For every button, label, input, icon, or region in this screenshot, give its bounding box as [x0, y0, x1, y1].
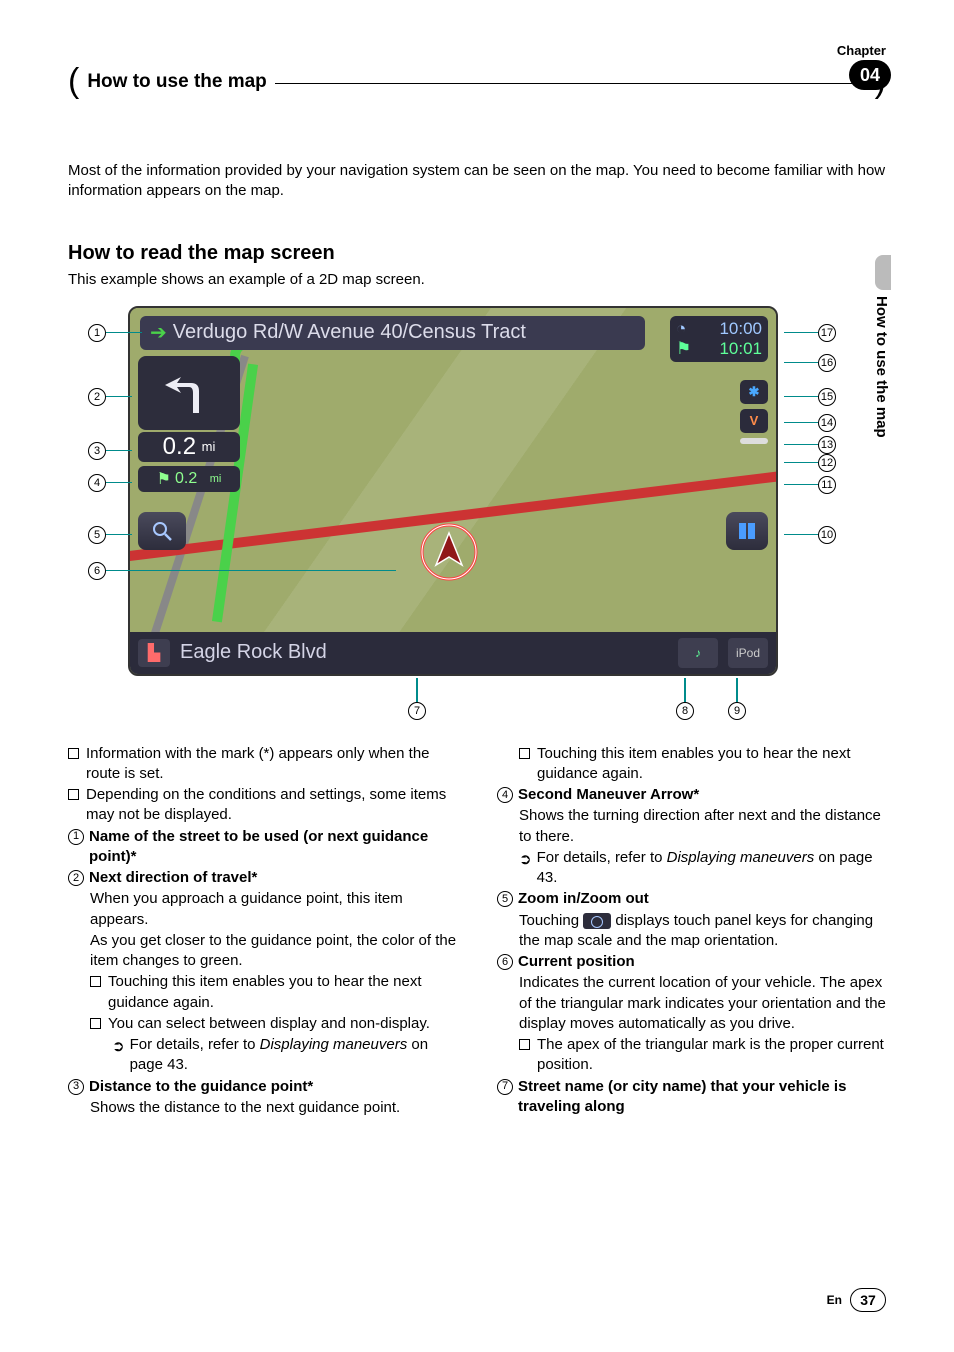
callout-4: 4 — [88, 474, 132, 492]
current-position-marker — [420, 523, 478, 581]
circled-7-icon: 7 — [497, 1079, 513, 1095]
item-4-title: Second Maneuver Arrow* — [518, 786, 699, 803]
square-bullet-icon — [68, 748, 79, 759]
circled-2-icon: 2 — [68, 870, 84, 886]
square-bullet-icon — [90, 1018, 101, 1029]
square-bullet-icon — [519, 748, 530, 759]
next-direction-arrow — [138, 356, 240, 430]
body-columns: Information with the mark (*) appears on… — [68, 744, 886, 1120]
footer: En 37 — [827, 1288, 886, 1312]
source-label: iPod — [728, 638, 768, 668]
side-tab-grey — [875, 255, 891, 290]
next-street-bar: ➔ Verdugo Rd/W Avenue 40/Census Tract — [140, 316, 645, 350]
callout-15: 15 — [784, 388, 836, 406]
time-box: ◔10:00 ⚑10:01 — [670, 316, 768, 362]
item-1-title: Name of the street to be used (or next g… — [89, 828, 428, 865]
right-column: Touching this item enables you to hear t… — [497, 744, 886, 1120]
xref-arrow-icon: ➲ — [112, 1037, 125, 1076]
intro-text: Most of the information provided by your… — [68, 161, 886, 202]
callout-10: 10 — [784, 526, 836, 544]
square-bullet-icon — [90, 976, 101, 987]
flag-icon: ⚑ — [676, 339, 691, 359]
map-figure: ➔ Verdugo Rd/W Avenue 40/Census Tract 0.2… — [88, 306, 836, 724]
map-mode-icon: ▙ — [138, 639, 170, 667]
title-bar: ( How to use the map ) — [68, 62, 886, 101]
item-6-title: Current position — [518, 953, 635, 970]
clock-row: ◔10:00 — [676, 319, 762, 339]
traffic-icon — [726, 512, 768, 550]
heading-2: How to read the map screen — [68, 242, 886, 265]
clock-icon: ◔ — [676, 319, 686, 339]
item-6a: Indicates the current location of your v… — [519, 973, 886, 1034]
bluetooth-icon: ✱ — [740, 380, 768, 404]
item-7-title: Street name (or city name) that your veh… — [518, 1078, 846, 1115]
status-icon-stack: ✱ V — [740, 380, 768, 444]
second-maneuver-display: ⚑0.2 mi — [138, 466, 240, 492]
side-tab-text: How to use the map — [873, 296, 890, 438]
item-5-title: Zoom in/Zoom out — [518, 890, 649, 907]
item-4b: For details, refer to Displaying maneuve… — [537, 848, 886, 889]
next-street-label: Verdugo Rd/W Avenue 40/Census Tract — [173, 321, 526, 344]
circled-3-icon: 3 — [68, 1079, 84, 1095]
callout-17: 17 — [784, 324, 836, 342]
flag-icon: ⚑ — [157, 469, 171, 489]
zoom-inline-icon — [583, 913, 611, 929]
square-bullet-icon — [68, 789, 79, 800]
callout-7: 7 — [408, 678, 426, 720]
vics-icon: V — [740, 409, 768, 433]
current-street-label: Eagle Rock Blvd — [180, 641, 668, 664]
item-2e: For details, refer to Displaying maneuve… — [130, 1035, 457, 1076]
circled-5-icon: 5 — [497, 891, 513, 907]
callout-5: 5 — [88, 526, 132, 544]
chapter-label: Chapter — [837, 43, 886, 58]
circled-4-icon: 4 — [497, 787, 513, 803]
item-3-title: Distance to the guidance point* — [89, 1078, 313, 1095]
item-6b: The apex of the triangular mark is the p… — [537, 1035, 886, 1076]
callout-6: 6 — [88, 562, 396, 580]
music-icon: ♪ — [678, 638, 718, 668]
chapter-number: 04 — [849, 60, 891, 90]
circled-6-icon: 6 — [497, 954, 513, 970]
lang-label: En — [827, 1293, 842, 1307]
zoom-button — [138, 512, 186, 550]
eta-row: ⚑10:01 — [676, 339, 762, 359]
left-column: Information with the mark (*) appears on… — [68, 744, 457, 1120]
callout-13: 13 — [784, 436, 836, 454]
map-screenshot: ➔ Verdugo Rd/W Avenue 40/Census Tract 0.2… — [128, 306, 778, 676]
callout-3: 3 — [88, 442, 132, 460]
item-2a: When you approach a guidance point, this… — [90, 889, 457, 930]
paren-left: ( — [68, 62, 79, 101]
item-3a: Shows the distance to the next guidance … — [90, 1098, 457, 1118]
callout-1: 1 — [88, 324, 142, 342]
callout-9: 9 — [728, 678, 746, 720]
subtext: This example shows an example of a 2D ma… — [68, 271, 886, 288]
note-1: Information with the mark (*) appears on… — [86, 744, 457, 785]
callout-14: 14 — [784, 414, 836, 432]
distance-display: 0.2 mi — [138, 432, 240, 462]
item-2c: Touching this item enables you to hear t… — [108, 972, 457, 1013]
note-2: Depending on the conditions and settings… — [86, 785, 457, 826]
arrow-icon: ➔ — [150, 320, 167, 345]
page-number: 37 — [850, 1288, 886, 1312]
item-5a: Touching displays touch panel keys for c… — [519, 911, 886, 952]
item-2-title: Next direction of travel* — [89, 869, 257, 886]
section-title: How to use the map — [79, 71, 274, 93]
title-line — [275, 83, 875, 84]
callout-11: 11 — [784, 476, 836, 494]
callout-16: 16 — [784, 354, 836, 372]
circled-1-icon: 1 — [68, 829, 84, 845]
square-bullet-icon — [519, 1039, 530, 1050]
xref-arrow-icon: ➲ — [519, 850, 532, 889]
item-4a: Shows the turning direction after next a… — [519, 806, 886, 847]
item-2d: You can select between display and non-d… — [108, 1014, 457, 1034]
callout-8: 8 — [676, 678, 694, 720]
item-2b: As you get closer to the guidance point,… — [90, 931, 457, 972]
callout-12: 12 — [784, 454, 836, 472]
item-3b: Touching this item enables you to hear t… — [537, 744, 886, 785]
status-icon — [740, 438, 768, 444]
callout-2: 2 — [88, 388, 132, 406]
bottom-bar: ▙ Eagle Rock Blvd ♪ iPod — [130, 632, 776, 674]
